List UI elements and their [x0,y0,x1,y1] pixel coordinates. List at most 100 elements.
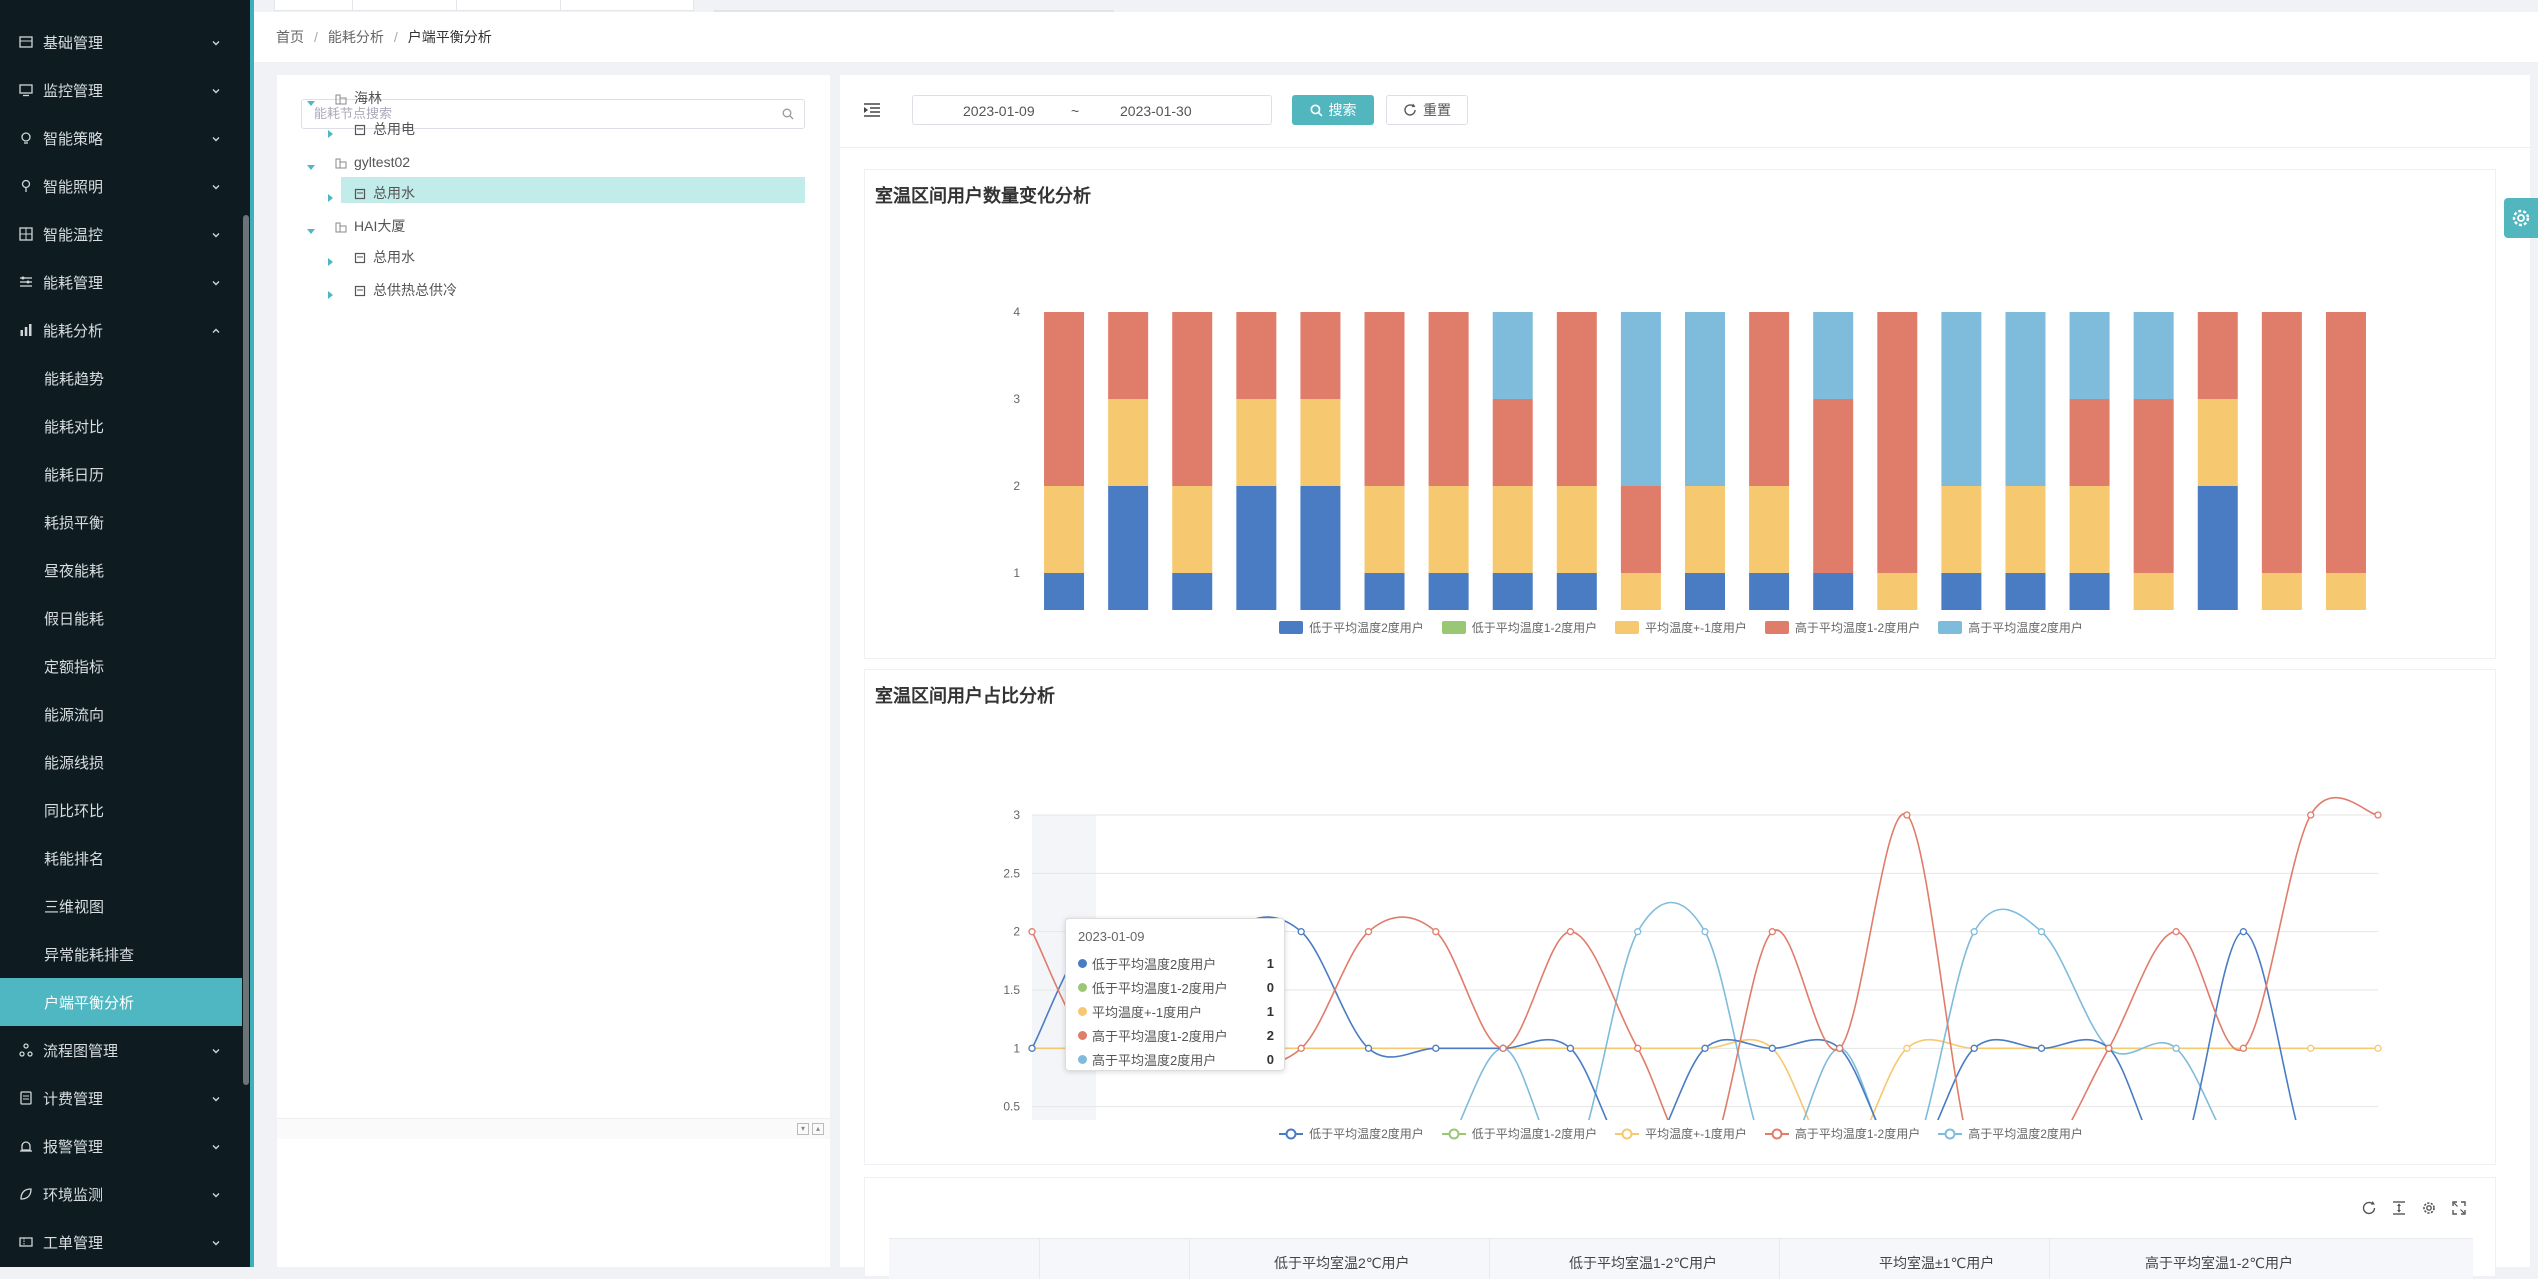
tab[interactable] [274,0,354,11]
data-point[interactable] [1903,1044,1911,1052]
bar-segment[interactable] [1300,486,1341,610]
bar-segment[interactable] [1364,486,1405,573]
tab-active[interactable] [714,0,1114,12]
sidebar-menu[interactable]: 智能策略 [0,114,242,162]
bar-segment[interactable] [1941,573,1982,610]
table-header-cell[interactable]: 高于平均室温1-2℃用户 [2145,1253,2293,1273]
caret-right-icon[interactable] [326,286,334,299]
bar-segment[interactable] [2133,312,2174,399]
collapse-up-button[interactable]: ▴ [812,1123,824,1135]
bar-segment[interactable] [1620,312,1661,486]
legend-item[interactable]: 高于平均温度1-2度用户 [1764,619,1920,636]
sidebar-menu[interactable]: 监控管理 [0,66,242,114]
data-point[interactable] [1768,928,1776,936]
bar-segment[interactable] [1749,573,1790,610]
legend-item[interactable]: 高于平均温度1-2度用户 [1764,1125,1920,1142]
bar-segment[interactable] [2325,573,2366,610]
bar-segment[interactable] [1300,312,1341,399]
data-point[interactable] [1364,928,1373,936]
bar-segment[interactable] [1749,312,1790,486]
tree-node[interactable]: 总用水 [277,180,830,206]
tab[interactable] [560,0,694,11]
bar-segment[interactable] [1620,573,1661,610]
bar-segment[interactable] [1364,573,1405,610]
sidebar-menu[interactable]: 环境监测 [0,1170,242,1218]
bar-segment[interactable] [1556,486,1597,573]
bar-segment[interactable] [2261,312,2302,573]
sidebar-menu[interactable]: 流程图管理 [0,1026,242,1074]
bar-segment[interactable] [1685,486,1725,573]
bar-segment[interactable] [1492,486,1533,573]
bar-segment[interactable] [1364,312,1405,486]
data-point[interactable] [2172,928,2180,936]
data-point[interactable] [1970,1044,1978,1052]
bar-segment[interactable] [1813,399,1854,573]
sidebar-subitem[interactable]: 能耗趋势 [0,354,242,402]
reset-button[interactable]: 重置 [1386,95,1468,125]
bar-segment[interactable] [1172,573,1213,610]
bar-segment[interactable] [2133,399,2174,573]
caret-right-icon[interactable] [326,253,334,266]
search-button[interactable]: 搜索 [1292,95,1374,125]
data-point[interactable] [1903,811,1911,819]
bar-segment[interactable] [1236,312,1277,399]
caret-right-icon[interactable] [326,189,334,202]
bar-segment[interactable] [1172,486,1213,573]
data-point[interactable] [1634,928,1642,936]
data-point[interactable] [2172,1044,2180,1052]
bar-segment[interactable] [2133,573,2174,610]
settings-button[interactable] [2504,198,2538,238]
data-point[interactable] [1432,928,1440,936]
sidebar-menu[interactable]: 报警管理 [0,1122,242,1170]
bar-segment[interactable] [2005,312,2046,486]
sidebar-subitem[interactable]: 能源流向 [0,690,242,738]
data-point[interactable] [1028,928,1036,936]
bar-segment[interactable] [2069,312,2110,399]
breadcrumb-home[interactable]: 首页 [276,27,304,47]
legend-item[interactable]: 高于平均温度2度用户 [1938,619,2083,636]
data-point[interactable] [1432,1044,1440,1052]
bar-segment[interactable] [1428,486,1469,573]
tree-node[interactable]: 海林 [277,85,830,111]
bar-segment[interactable] [2069,486,2110,573]
collapse-down-button[interactable]: ▾ [797,1123,809,1135]
data-point[interactable] [1835,1044,1844,1052]
data-point[interactable] [1028,1044,1036,1052]
sidebar-subitem[interactable]: 同比环比 [0,786,242,834]
bar-segment[interactable] [1108,486,1149,610]
caret-down-icon[interactable] [307,94,315,106]
bar-segment[interactable] [1941,486,1982,573]
sidebar-menu[interactable]: 计费管理 [0,1074,242,1122]
data-point[interactable] [2037,928,2046,936]
data-point[interactable] [1566,928,1575,936]
bar-segment[interactable] [1108,399,1149,486]
data-point[interactable] [1701,1044,1709,1052]
bar-segment[interactable] [2325,312,2366,573]
sidebar-subitem[interactable]: 昼夜能耗 [0,546,242,594]
data-point[interactable] [2105,1044,2113,1052]
tree-node[interactable]: gyltest02 [277,149,830,175]
data-point[interactable] [1297,928,1305,936]
sidebar-scrollbar[interactable] [242,0,250,1267]
bar-segment[interactable] [1813,573,1854,610]
bar-segment[interactable] [1492,312,1533,399]
bar-segment[interactable] [1108,312,1149,399]
sidebar-menu[interactable]: 能耗管理 [0,258,242,306]
bar-segment[interactable] [1236,399,1277,486]
data-point[interactable] [2037,1044,2046,1052]
table-header-cell[interactable]: 低于平均室温1-2℃用户 [1569,1253,1717,1273]
bar-segment[interactable] [2005,486,2046,573]
start-date[interactable]: 2023-01-09 [963,103,1035,119]
legend-item[interactable]: 低于平均温度1-2度用户 [1441,1125,1597,1142]
bar-segment[interactable] [1492,573,1533,610]
sidebar-subitem[interactable]: 定额指标 [0,642,242,690]
bar-segment[interactable] [1236,486,1277,610]
data-point[interactable] [1297,1044,1305,1052]
sidebar-scroll-thumb[interactable] [243,215,249,1085]
bar-segment[interactable] [1428,573,1469,610]
data-point[interactable] [1970,928,1978,936]
sidebar-menu[interactable]: 能耗分析 [0,306,242,354]
bar-segment[interactable] [1620,486,1661,573]
caret-down-icon[interactable] [307,158,315,170]
bar-segment[interactable] [1556,312,1597,486]
